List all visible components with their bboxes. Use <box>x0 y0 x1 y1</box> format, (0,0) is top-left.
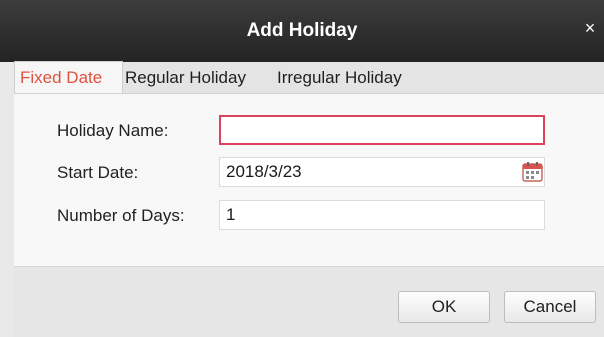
calendar-icon[interactable] <box>522 161 543 182</box>
form-panel: Holiday Name: Start Date: Number of Days… <box>14 93 604 266</box>
tab-bar: Fixed Date Regular Holiday Irregular Hol… <box>14 61 604 93</box>
dialog-left-margin <box>0 62 14 336</box>
close-icon[interactable]: × <box>580 18 600 38</box>
tab-regular-holiday[interactable]: Regular Holiday <box>125 62 246 93</box>
tab-irregular-holiday[interactable]: Irregular Holiday <box>277 62 402 93</box>
cancel-button[interactable]: Cancel <box>504 291 596 323</box>
dialog-footer: OK Cancel <box>14 266 604 337</box>
dialog-titlebar[interactable]: Add Holiday × <box>0 0 604 62</box>
tab-fixed-date[interactable]: Fixed Date <box>14 61 123 93</box>
holiday-name-label: Holiday Name: <box>57 121 169 140</box>
ok-button[interactable]: OK <box>398 291 490 323</box>
number-of-days-label: Number of Days: <box>57 206 185 225</box>
dialog-title: Add Holiday <box>246 20 358 41</box>
add-holiday-dialog: Add Holiday × Fixed Date Regular Holiday… <box>0 0 604 337</box>
holiday-name-input[interactable] <box>219 115 545 145</box>
start-date-label: Start Date: <box>57 163 139 182</box>
start-date-input[interactable] <box>219 157 545 187</box>
number-of-days-input[interactable] <box>219 200 545 230</box>
